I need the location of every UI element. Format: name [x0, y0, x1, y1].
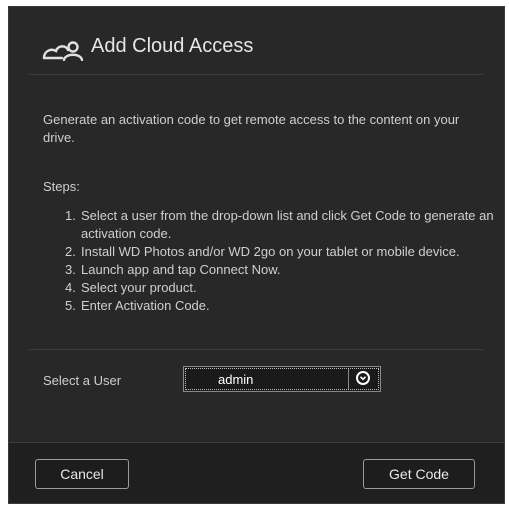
dialog-footer: Cancel Get Code [9, 442, 504, 503]
get-code-button[interactable]: Get Code [363, 459, 475, 489]
step-item: 1. Select a user from the drop-down list … [65, 208, 494, 241]
steps-label: Steps: [43, 179, 80, 194]
dialog-header: Add Cloud Access [9, 7, 504, 75]
header-divider [29, 74, 484, 75]
cancel-button[interactable]: Cancel [35, 459, 129, 489]
step-item: 2. Install WD Photos and/or WD 2go on you… [65, 244, 460, 259]
step-item: 5. Enter Activation Code. [65, 298, 210, 313]
step-item: 4. Select your product. [65, 280, 197, 295]
steps-divider [29, 349, 484, 350]
user-select-value: admin [218, 372, 254, 387]
dialog-title: Add Cloud Access [91, 35, 254, 57]
dialog-description: Generate an activation code to get remot… [43, 112, 460, 145]
steps-list: 1. Select a user from the drop-down list … [65, 207, 495, 315]
step-item: 3. Launch app and tap Connect Now. [65, 262, 281, 277]
chevron-down-circle-icon[interactable] [356, 371, 370, 385]
select-separator [348, 369, 349, 389]
user-select-dropdown[interactable]: admin [183, 366, 381, 392]
add-cloud-access-dialog: Add Cloud Access Generate an activation … [8, 6, 505, 504]
select-user-label: Select a User [43, 373, 122, 388]
cloud-user-icon [42, 41, 84, 61]
